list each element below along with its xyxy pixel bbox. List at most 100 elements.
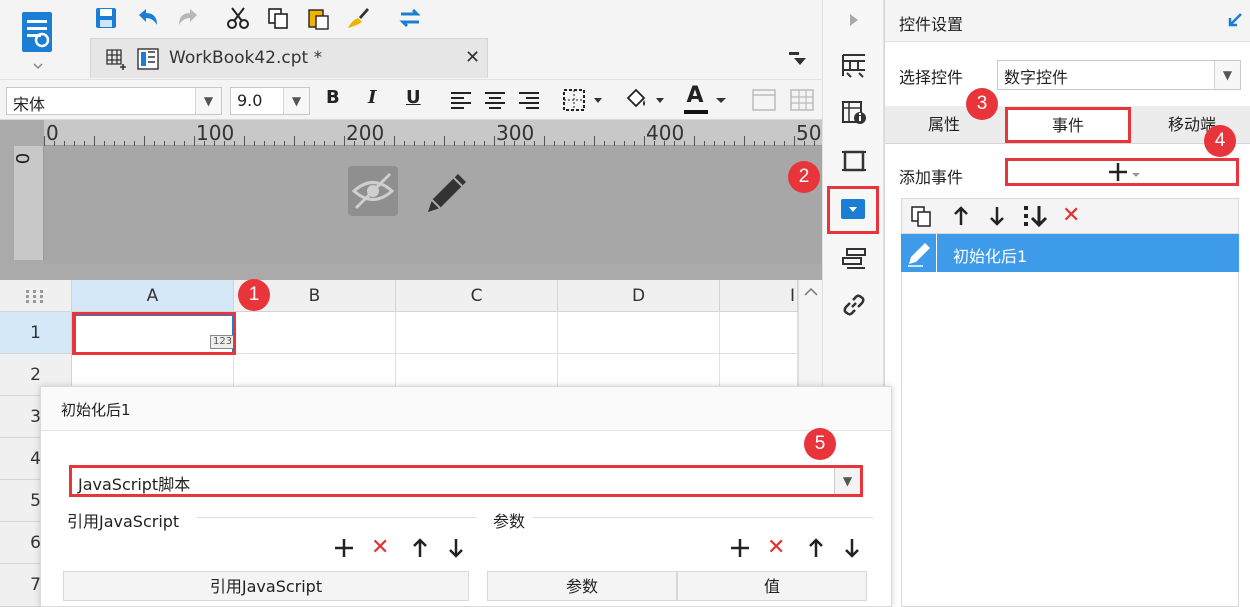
hidden-eye-icon[interactable] xyxy=(348,166,398,220)
format-painter-icon[interactable] xyxy=(344,5,372,31)
value-column-header: 值 xyxy=(677,571,867,601)
move-up-icon[interactable] xyxy=(805,537,827,563)
delete-js-icon[interactable]: ✕ xyxy=(371,535,389,560)
align-left-icon[interactable] xyxy=(450,91,472,113)
ruler-tick xyxy=(294,136,295,146)
move-bottom-icon[interactable] xyxy=(1022,204,1050,232)
cell-info-icon[interactable] xyxy=(839,98,869,128)
hyperlink-icon[interactable] xyxy=(839,290,869,320)
chevron-down-icon[interactable] xyxy=(714,88,728,116)
add-js-icon[interactable] xyxy=(333,537,355,563)
select-all-corner[interactable] xyxy=(0,280,72,312)
band-canvas xyxy=(44,146,822,264)
chevron-down-icon[interactable]: ▼ xyxy=(1214,61,1240,89)
cell-e1[interactable] xyxy=(720,312,798,354)
paste-icon[interactable] xyxy=(304,5,332,31)
align-right-icon[interactable] xyxy=(518,91,540,113)
event-list-item[interactable]: 初始化后1 xyxy=(901,234,1239,272)
collapse-panel-icon[interactable] xyxy=(1225,10,1245,34)
chevron-down-icon[interactable]: ▼ xyxy=(834,468,860,494)
param-column-header: 参数 xyxy=(487,571,677,601)
move-down-icon[interactable] xyxy=(841,537,863,563)
event-list xyxy=(901,234,1239,607)
cell-b1[interactable] xyxy=(234,312,396,354)
script-type-value: JavaScript脚本 xyxy=(78,475,191,494)
column-header-d[interactable]: D xyxy=(558,280,720,312)
font-family-select[interactable]: 宋体 ▼ xyxy=(6,87,222,115)
font-family-value: 宋体 xyxy=(13,95,46,114)
app-window: WorkBook42.cpt * ✕ 宋体 ▼ 9.0 ▼ B I U A 0 … xyxy=(0,0,1250,607)
cell-d1[interactable] xyxy=(558,312,720,354)
bold-button[interactable]: B xyxy=(326,87,340,108)
move-up-icon[interactable] xyxy=(409,537,431,563)
column-header-c[interactable]: C xyxy=(396,280,558,312)
widget-type-select[interactable]: 数字控件 ▼ xyxy=(997,60,1241,90)
undo-icon[interactable] xyxy=(134,5,162,31)
panel-header: 控件设置 xyxy=(885,0,1250,42)
copy-icon[interactable] xyxy=(910,205,932,231)
copy-icon[interactable] xyxy=(264,5,292,31)
italic-button[interactable]: I xyxy=(368,87,376,108)
move-up-icon[interactable] xyxy=(950,205,972,231)
add-event-button[interactable] xyxy=(1005,158,1239,186)
cell-c1[interactable] xyxy=(396,312,558,354)
fill-color-icon[interactable] xyxy=(624,88,668,116)
underline-button[interactable]: U xyxy=(406,87,421,108)
font-color-button[interactable]: A xyxy=(682,83,708,108)
step-badge-2: 2 xyxy=(788,161,820,193)
ruler-tick xyxy=(494,136,495,146)
edit-pencil-icon[interactable] xyxy=(422,168,472,222)
divider xyxy=(197,517,477,518)
script-type-select[interactable]: JavaScript脚本 ▼ xyxy=(69,465,863,497)
document-tab[interactable]: WorkBook42.cpt * ✕ xyxy=(90,38,488,78)
step-badge-4: 4 xyxy=(1204,125,1236,157)
ruler-label: 0 xyxy=(13,152,35,165)
event-editor-dialog: 初始化后1 JavaScript脚本 ▼ 引用JavaScript 参数 ✕ ✕ xyxy=(40,386,892,607)
redo-icon[interactable] xyxy=(174,5,202,31)
grid-add-icon[interactable] xyxy=(105,48,127,74)
save-icon[interactable] xyxy=(92,5,120,31)
ruler-tick xyxy=(44,136,45,146)
event-list-toolbar: ✕ xyxy=(901,198,1239,234)
close-icon[interactable]: ✕ xyxy=(465,47,480,68)
ruler-tick xyxy=(244,136,245,146)
ruler-tick xyxy=(94,136,95,146)
border-icon[interactable] xyxy=(562,88,606,116)
cell-frame-icon[interactable] xyxy=(839,146,869,176)
scroll-up-icon[interactable] xyxy=(799,280,823,304)
app-logo-icon[interactable] xyxy=(18,8,58,70)
move-down-icon[interactable] xyxy=(445,537,467,563)
collapse-arrow-icon[interactable] xyxy=(839,5,869,35)
tab-events[interactable]: 事件 xyxy=(1005,107,1131,143)
column-header-e[interactable]: I xyxy=(720,280,798,312)
cut-icon[interactable] xyxy=(224,5,252,31)
widget-settings-highlight[interactable] xyxy=(827,186,879,234)
condition-attributes-icon[interactable] xyxy=(839,244,869,274)
chevron-down-icon[interactable]: ▼ xyxy=(283,88,309,114)
edit-event-icon[interactable] xyxy=(901,234,937,272)
row-header-1[interactable]: 1 xyxy=(0,312,72,354)
table-icon[interactable] xyxy=(790,89,814,115)
ref-js-column-header: 引用JavaScript xyxy=(63,571,469,601)
ruler-tick xyxy=(394,136,395,146)
cell-attributes-icon[interactable] xyxy=(839,50,869,80)
format-bar: 宋体 ▼ 9.0 ▼ B I U A xyxy=(0,80,822,120)
move-down-icon[interactable] xyxy=(986,205,1008,231)
merge-cells-icon[interactable] xyxy=(752,89,776,115)
font-size-select[interactable]: 9.0 ▼ xyxy=(230,87,310,115)
switch-icon[interactable] xyxy=(396,5,424,31)
panel-title: 控件设置 xyxy=(899,15,964,34)
delete-icon[interactable]: ✕ xyxy=(1062,203,1080,228)
report-header-band: 0 100 200 300 400 50 0 xyxy=(0,120,822,280)
tab-menu-icon[interactable] xyxy=(788,50,808,72)
delete-param-icon[interactable]: ✕ xyxy=(767,535,785,560)
add-param-icon[interactable] xyxy=(729,537,751,563)
column-header-a[interactable]: A xyxy=(72,280,234,312)
ruler-tick xyxy=(744,136,745,146)
chevron-down-icon[interactable]: ▼ xyxy=(195,88,221,114)
ruler-tick xyxy=(794,136,795,146)
event-item-label: 初始化后1 xyxy=(953,247,1028,266)
align-center-icon[interactable] xyxy=(484,91,506,113)
ruler-tick xyxy=(644,136,645,146)
select-widget-label: 选择控件 xyxy=(899,68,964,87)
